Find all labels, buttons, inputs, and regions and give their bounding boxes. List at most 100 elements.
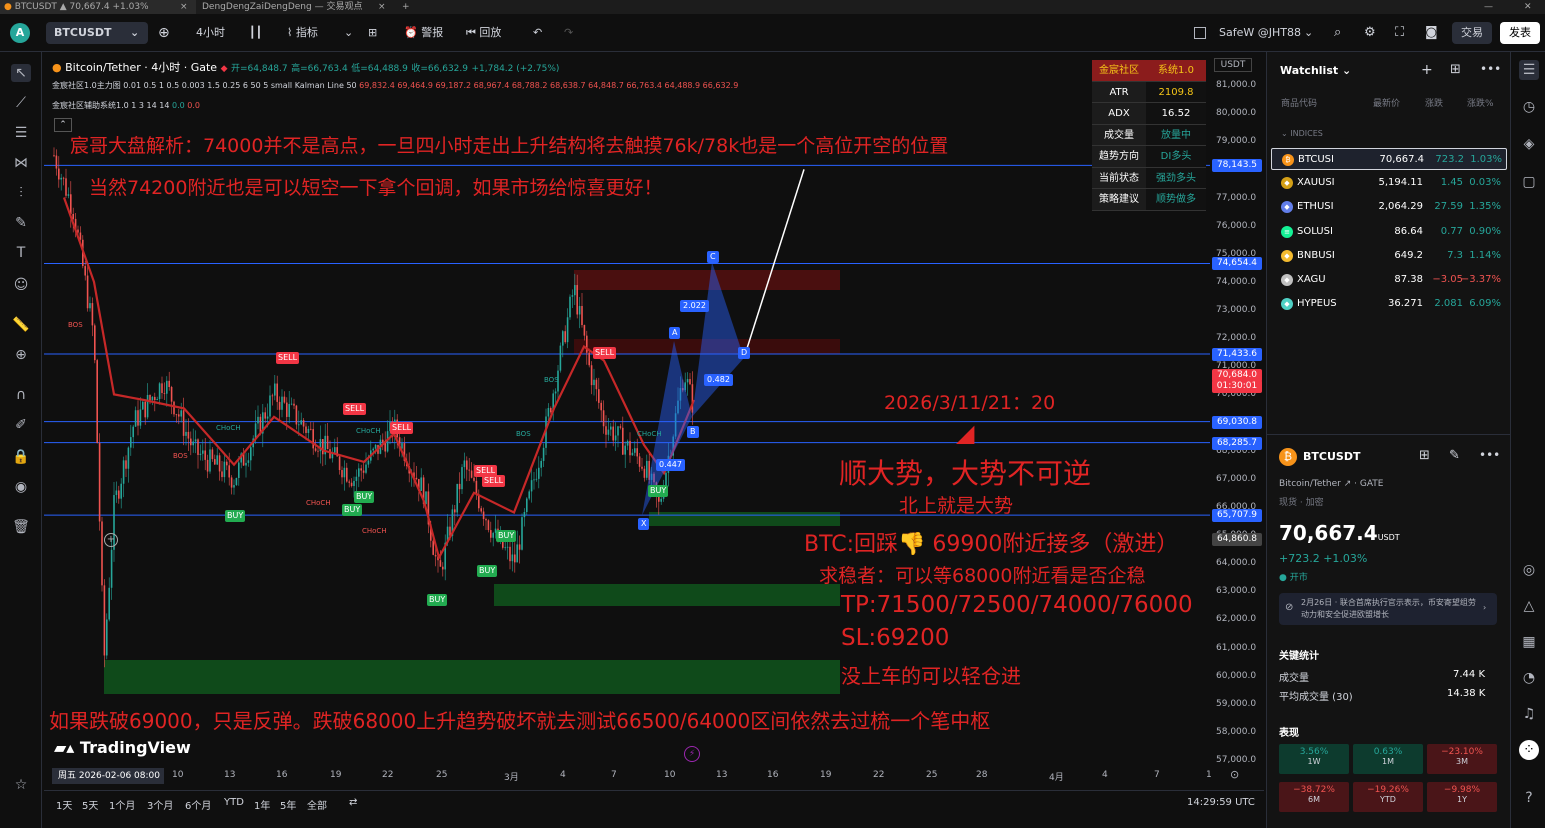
layout-icon[interactable]: ⊞ (1450, 62, 1461, 77)
gear-icon[interactable]: ⚙ (1364, 25, 1376, 41)
close-icon[interactable]: × (180, 0, 188, 14)
text-icon[interactable]: T (11, 244, 31, 262)
range-button-2[interactable]: 1个月 (109, 797, 135, 812)
watchlist-icon[interactable]: ☰ (1519, 60, 1539, 80)
eye-icon[interactable]: ◉ (11, 478, 31, 496)
annotation-bottom[interactable]: 如果跌破69000，只是反弹。跌破68000上升趋势破坏就去测试66500/64… (49, 705, 990, 734)
alarm-clock-icon[interactable]: ◷ (1519, 97, 1539, 117)
brush-icon[interactable]: ✎ (11, 214, 31, 232)
date-range-icon[interactable]: ⇄ (349, 797, 357, 808)
range-button-5[interactable]: YTD (224, 797, 244, 808)
calendar-icon[interactable]: ▦ (1519, 632, 1539, 652)
price-axis[interactable]: USDT 81,000.080,000.079,000.078,000.077,… (1210, 54, 1264, 767)
watchlist-row[interactable]: ◆ XAUUSI 5,194.11 1.45 0.03% (1271, 172, 1507, 194)
add-icon[interactable]: + (1421, 62, 1433, 78)
new-tab-button[interactable]: + (398, 0, 410, 14)
watchlist-row[interactable]: ◆ HYPEUS 36.271 2.081 6.09% (1271, 293, 1507, 315)
annotation-trend[interactable]: 顺大势，大势不可逆 (839, 452, 1091, 492)
watchlist-row[interactable]: ◆ BNBUSI 649.2 7.3 1.14% (1271, 245, 1507, 267)
range-button-4[interactable]: 6个月 (185, 797, 211, 812)
indicator-legend-2[interactable]: 金宸社区辅助系统1.0 1 3 14 14 0.0 0.0 (52, 100, 200, 111)
ruler-icon[interactable]: 📏 (11, 316, 31, 334)
performance-cell[interactable]: −38.72% 6M (1279, 782, 1349, 812)
indicator-legend-1[interactable]: 金宸社区1.0主力图 0.01 0.5 1 0.5 0.003 1.5 0.25… (52, 80, 738, 91)
annotation-north[interactable]: 北上就是大势 (899, 491, 1013, 518)
cursor-icon[interactable]: ↖ (11, 64, 31, 82)
performance-cell[interactable]: −19.26% YTD (1353, 782, 1423, 812)
lock-icon[interactable]: 🔒 (11, 448, 31, 466)
replay-button[interactable]: ⏮ 回放 (466, 25, 501, 41)
close-window-icon[interactable]: ✕ (1520, 0, 1532, 14)
annotation-light[interactable]: 没上车的可以轻仓进 (841, 660, 1021, 689)
range-button-0[interactable]: 1天 (56, 797, 72, 812)
chevron-down-icon[interactable]: ⌄ (344, 25, 353, 41)
time-axis[interactable]: 周五 2026-02-06 08:00 10 13 16 19 22 25 3月 4 7 10 13… (44, 767, 1264, 785)
watchlist-row[interactable]: ◆ ETHUSI 2,064.29 27.59 1.35% (1271, 196, 1507, 218)
camera-icon[interactable]: ◙ (1425, 25, 1438, 41)
trend-line-icon[interactable]: ⟋ (11, 94, 31, 112)
apps-grid-icon[interactable]: ⁘ (1519, 740, 1539, 760)
help-icon[interactable]: ? (1519, 788, 1539, 808)
utc-clock[interactable]: 14:29:59 UTC (1187, 797, 1255, 808)
undo-icon[interactable]: ↶ (533, 25, 542, 41)
add-alert-marker[interactable]: + (104, 533, 118, 547)
target-icon[interactable]: ◎ (1519, 560, 1539, 580)
interval-button[interactable]: 4小时 (196, 25, 225, 41)
col-symbol[interactable]: 商品代码 (1281, 96, 1317, 109)
alerts-button[interactable]: ⏰ 警报 (404, 25, 443, 41)
range-button-6[interactable]: 1年 (254, 797, 270, 812)
more-icon[interactable]: ••• (1480, 62, 1501, 76)
detail-symbol[interactable]: BTCUSDT (1303, 450, 1360, 463)
clock-settings-icon[interactable]: ⊙ (1230, 768, 1239, 781)
performance-cell[interactable]: −23.10% 3M (1427, 744, 1497, 774)
lightning-icon[interactable]: ⚡ (684, 746, 700, 762)
news-item[interactable]: ⊘ 2月26日 · 联合首席执行官示表示，币安寄望组劳动力和安全促进欧盟增长 › (1279, 593, 1497, 625)
more-icon[interactable]: ••• (1479, 448, 1500, 462)
annotation-short[interactable]: 当然74200附近也是可以短空一下拿个回调，如果市场给惊喜更好！ (89, 173, 662, 200)
add-symbol-icon[interactable]: ⊕ (158, 25, 170, 41)
annotation-sl[interactable]: SL:69200 (841, 625, 949, 651)
collapse-legend-button[interactable]: ⌃ (54, 118, 72, 132)
watchlist-row[interactable]: ◆ XAGU 87.38 −3.05 −3.37% (1271, 269, 1507, 291)
pencil-lock-icon[interactable]: ✐ (11, 416, 31, 434)
horizontal-lines-icon[interactable]: ☰ (11, 124, 31, 142)
range-button-8[interactable]: 全部 (307, 797, 327, 812)
chart-pane[interactable]: ● Bitcoin/Tether · 4小时 · Gate ◆ 开=64,848… (44, 54, 1210, 767)
account-label[interactable]: SafeW @JHT88 (1219, 25, 1301, 41)
watchlist-row[interactable]: ₿ BTCUSI 70,667.4 723.2 1.03% (1271, 148, 1507, 170)
redo-icon[interactable]: ↷ (564, 25, 573, 41)
emoji-icon[interactable]: ☺ (11, 276, 31, 294)
layout-grid-icon[interactable]: ⊞ (1419, 448, 1430, 463)
tab-ideas[interactable]: DengDengZaiDengDeng — 交易观点 × (198, 0, 394, 14)
pyramid-icon[interactable]: △ (1519, 596, 1539, 616)
indicators-button[interactable]: ⌇ 指标 (287, 25, 318, 41)
pattern-icon[interactable]: ⋈ (11, 154, 31, 172)
annotation-steady[interactable]: 求稳者：可以等68000附近看是否企稳 (819, 561, 1145, 588)
range-button-1[interactable]: 5天 (82, 797, 98, 812)
bell-icon[interactable]: ♫ (1519, 704, 1539, 724)
performance-cell[interactable]: 0.63% 1M (1353, 744, 1423, 774)
minimize-icon[interactable]: — (1480, 0, 1493, 14)
fib-icon[interactable]: ⫶ (11, 184, 31, 202)
currency-select[interactable]: USDT (1214, 58, 1252, 72)
star-icon[interactable]: ☆ (11, 776, 31, 794)
watchlist-title[interactable]: Watchlist ⌄ (1280, 64, 1351, 77)
publish-button[interactable]: 发表 (1500, 22, 1540, 44)
range-button-3[interactable]: 3个月 (147, 797, 173, 812)
magnet-icon[interactable]: ∩ (11, 386, 31, 404)
tab-btcusdt[interactable]: ● BTCUSDT ▲ 70,667.4 +1.03% × (0, 0, 196, 14)
symbol-search[interactable]: BTCUSDT ⌄ (46, 22, 148, 44)
user-avatar[interactable]: A (10, 23, 30, 43)
annotation-tp[interactable]: TP:71500/72500/74000/76000 (841, 592, 1193, 618)
fullscreen-icon[interactable]: ⛶ (1395, 25, 1404, 41)
trade-button[interactable]: 交易 (1452, 22, 1492, 44)
performance-cell[interactable]: −9.98% 1Y (1427, 782, 1497, 812)
legend-title[interactable]: Bitcoin/Tether · 4小时 · Gate (65, 61, 217, 74)
performance-cell[interactable]: 3.56% 1W (1279, 744, 1349, 774)
chat-icon[interactable]: ▢ (1519, 172, 1539, 192)
layout-grid-icon[interactable]: ⊞ (368, 25, 377, 41)
range-button-7[interactable]: 5年 (280, 797, 296, 812)
col-last[interactable]: 最新价 (1373, 96, 1400, 109)
close-icon[interactable]: × (378, 0, 386, 14)
annotation-btc-long[interactable]: BTC:回踩👎 69900附近接多（激进） (804, 526, 1178, 558)
